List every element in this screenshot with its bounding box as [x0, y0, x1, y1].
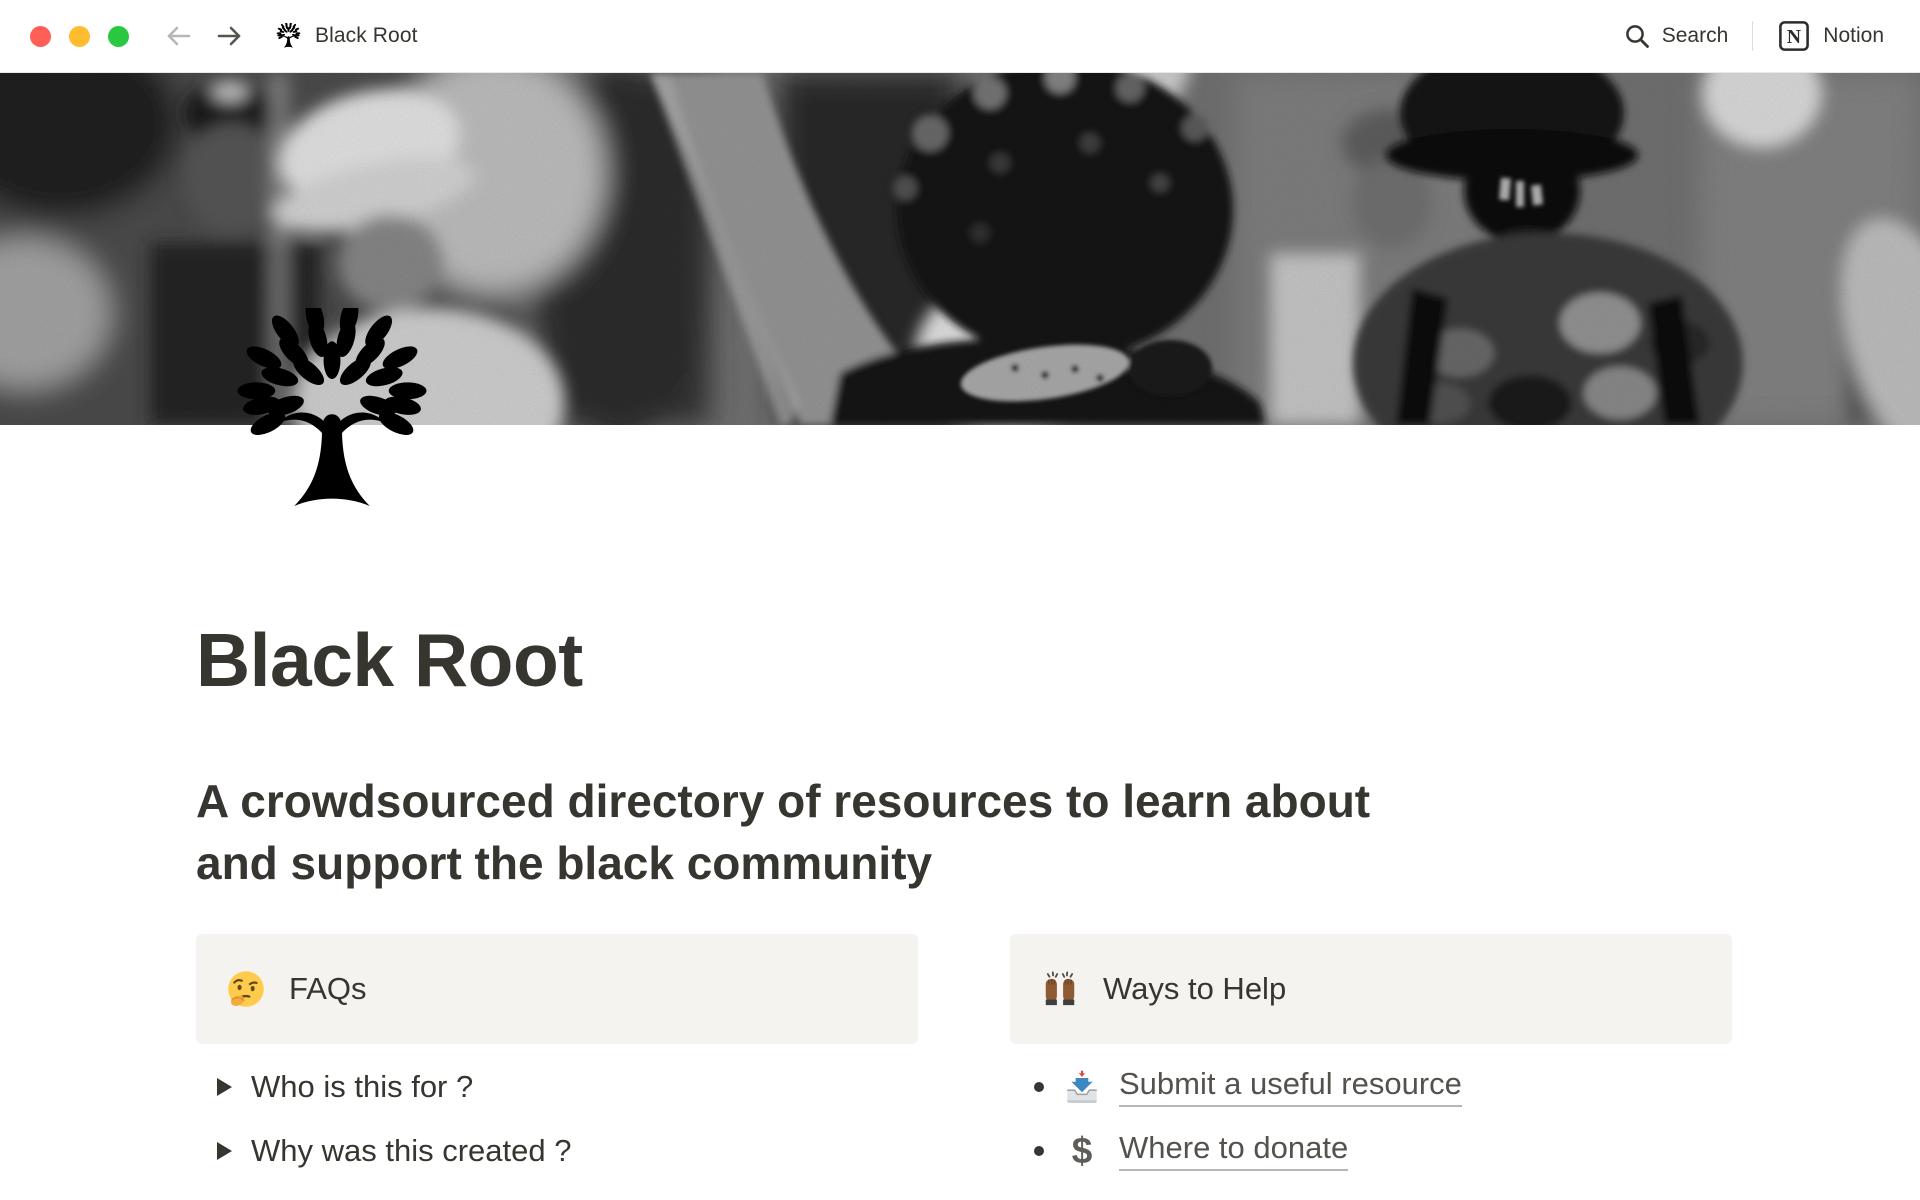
left-column: FAQs Who is this for ? Why was this crea…	[196, 934, 918, 1183]
page-icon-tree[interactable]	[224, 308, 440, 524]
two-column-layout: FAQs Who is this for ? Why was this crea…	[196, 934, 1732, 1183]
page-subtitle: A crowdsourced directory of resources to…	[196, 770, 1376, 895]
toggle-why-was-this-created[interactable]: Why was this created ?	[196, 1119, 918, 1183]
search-label: Search	[1662, 24, 1729, 48]
toggle-triangle-icon[interactable]	[217, 1078, 232, 1096]
list-item-where-to-donate: $ Where to donate	[1010, 1119, 1732, 1183]
ways-to-help-callout-label: Ways to Help	[1103, 971, 1286, 1007]
list-item-submit-resource: Submit a useful resource	[1010, 1055, 1732, 1119]
forward-arrow-icon[interactable]	[215, 23, 245, 49]
breadcrumb[interactable]: Black Root	[275, 23, 418, 50]
thinking-face-emoji-icon	[226, 969, 266, 1009]
faq-toggle-list: Who is this for ? Why was this created ?	[196, 1055, 918, 1183]
bullet-dot	[1034, 1082, 1044, 1092]
bullet-dot	[1034, 1146, 1044, 1156]
inbox-tray-emoji-icon	[1063, 1068, 1101, 1106]
toggle-triangle-icon[interactable]	[217, 1142, 232, 1160]
notion-logo-icon: N	[1777, 19, 1811, 53]
minimize-window-button[interactable]	[69, 26, 90, 47]
window-topbar: Black Root Search N Notion	[0, 0, 1920, 73]
faqs-callout: FAQs	[196, 934, 918, 1044]
tree-page-icon-small	[275, 23, 302, 50]
notion-window: Black Root Search N Notion	[0, 0, 1920, 1200]
svg-text:N: N	[1787, 27, 1801, 48]
topbar-divider	[1752, 21, 1753, 51]
close-window-button[interactable]	[30, 26, 51, 47]
breadcrumb-page-title: Black Root	[315, 24, 418, 48]
help-bullet-list: Submit a useful resource $ Where to dona…	[1010, 1055, 1732, 1183]
raising-hands-emoji-icon	[1040, 969, 1080, 1009]
traffic-lights	[30, 26, 129, 47]
toggle-who-is-this-for[interactable]: Who is this for ?	[196, 1055, 918, 1119]
search-button[interactable]: Search	[1624, 23, 1729, 50]
ways-to-help-callout: Ways to Help	[1010, 934, 1732, 1044]
right-column: Ways to Help	[1010, 934, 1732, 1183]
topbar-right: Search N Notion	[1624, 19, 1884, 53]
faqs-callout-label: FAQs	[289, 971, 367, 1007]
search-icon	[1624, 23, 1651, 50]
where-to-donate-link[interactable]: Where to donate	[1119, 1130, 1348, 1171]
page-content: Black Root A crowdsourced directory of r…	[0, 425, 1920, 1183]
zoom-window-button[interactable]	[108, 26, 129, 47]
notion-brand-button[interactable]: N Notion	[1777, 19, 1884, 53]
history-nav	[163, 23, 245, 49]
notion-brand-label: Notion	[1823, 24, 1884, 48]
back-arrow-icon[interactable]	[163, 23, 193, 49]
heavy-dollar-sign-icon: $	[1072, 1132, 1093, 1169]
submit-resource-link[interactable]: Submit a useful resource	[1119, 1066, 1462, 1107]
